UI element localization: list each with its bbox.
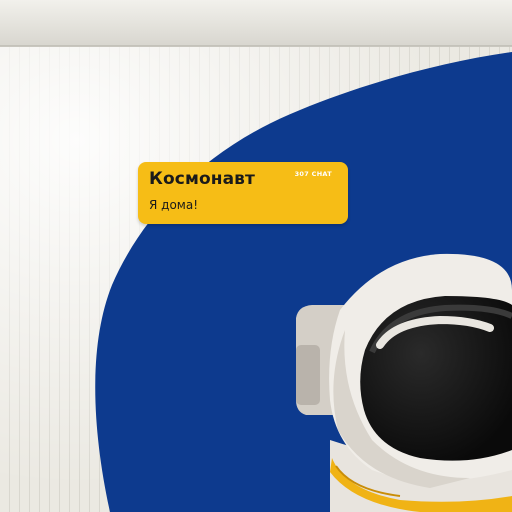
sender-name: Космонавт	[149, 169, 255, 189]
game-scene: Космонавт 307 CHAT Я дома!	[0, 0, 512, 512]
corridor-wall	[0, 0, 512, 512]
chat-bubble: Космонавт 307 CHAT Я дома!	[138, 162, 348, 224]
chat-message: Я дома!	[149, 198, 199, 212]
channel-label: 307 CHAT	[294, 170, 332, 178]
ceiling	[0, 0, 512, 46]
